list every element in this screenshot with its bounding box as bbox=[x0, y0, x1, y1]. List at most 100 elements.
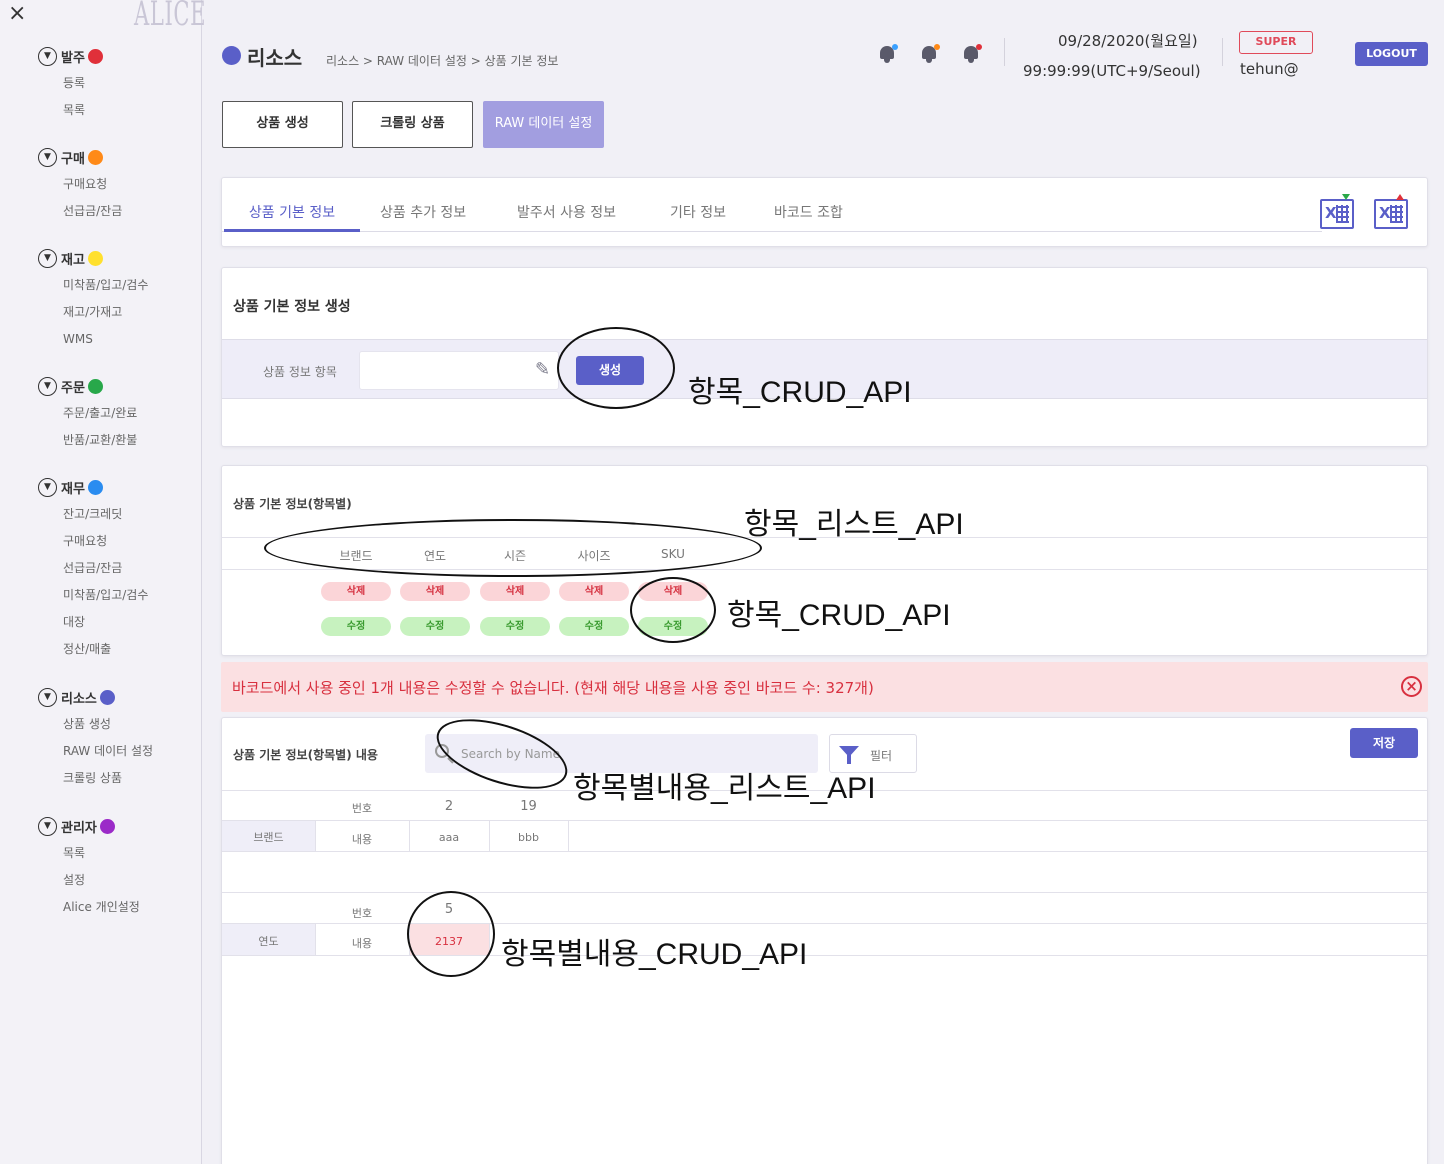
sidebar-item[interactable]: 목록 bbox=[63, 100, 103, 127]
excel-upload-icon[interactable]: X bbox=[1374, 194, 1408, 229]
raw-data-settings-button[interactable]: RAW 데이터 설정 bbox=[483, 101, 604, 148]
delete-button[interactable]: 삭제 bbox=[480, 582, 550, 601]
product-info-item-input[interactable] bbox=[359, 351, 559, 390]
sidebar-item[interactable]: 대장 bbox=[63, 612, 148, 639]
divider bbox=[489, 924, 490, 955]
sidebar-group-resource: ▼ 리소스 상품 생성 RAW 데이터 설정 크롤링 상품 bbox=[38, 686, 153, 795]
sidebar-item[interactable]: 구매요청 bbox=[63, 531, 148, 558]
column-header: 연도 bbox=[423, 549, 447, 563]
close-icon[interactable]: × bbox=[8, 2, 26, 26]
number-label: 번호 bbox=[351, 802, 373, 815]
save-button[interactable]: 저장 bbox=[1350, 728, 1418, 758]
entry-value[interactable]: aaa bbox=[409, 831, 489, 844]
annotation-label: 항목_CRUD_API bbox=[727, 599, 951, 632]
close-circle-icon[interactable]: × bbox=[1401, 676, 1422, 697]
sidebar-item[interactable]: 상품 생성 bbox=[63, 714, 153, 741]
tab-barcode-combination[interactable]: 바코드 조합 bbox=[774, 198, 843, 232]
bell-icon[interactable] bbox=[962, 44, 982, 64]
tab-basic-info[interactable]: 상품 기본 정보 bbox=[224, 198, 360, 232]
filter-icon bbox=[839, 746, 859, 764]
edit-button[interactable]: 수정 bbox=[480, 617, 550, 636]
entry-number: 2 bbox=[444, 799, 454, 814]
sidebar-group-header[interactable]: ▼ 주문 bbox=[38, 375, 137, 397]
chevron-down-icon[interactable]: ▼ bbox=[38, 248, 57, 268]
chevron-down-icon[interactable]: ▼ bbox=[38, 46, 57, 66]
sidebar-group-title: 재고 bbox=[61, 252, 85, 268]
sidebar-item[interactable]: 등록 bbox=[63, 73, 103, 100]
sidebar-group-title: 발주 bbox=[61, 50, 85, 66]
tab-additional-info[interactable]: 상품 추가 정보 bbox=[380, 198, 466, 232]
edit-button[interactable]: 수정 bbox=[321, 617, 391, 636]
sidebar-group-orders: ▼ 주문 주문/출고/완료 반품/교환/환불 bbox=[38, 375, 137, 457]
delete-button[interactable]: 삭제 bbox=[559, 582, 629, 601]
annotation-label: 항목별내용_리스트_API bbox=[573, 772, 876, 805]
sidebar-group-header[interactable]: ▼ 구매 bbox=[38, 146, 122, 168]
sidebar-group-order: ▼ 발주 등록 목록 bbox=[38, 45, 103, 127]
bell-icon[interactable] bbox=[878, 44, 898, 64]
logout-button[interactable]: LOGOUT bbox=[1355, 42, 1428, 66]
column-header: 시즌 bbox=[503, 549, 527, 563]
delete-button[interactable]: 삭제 bbox=[638, 582, 708, 601]
sidebar-group-inventory: ▼ 재고 미착품/입고/검수 재고/가재고 WMS bbox=[38, 247, 148, 356]
divider bbox=[568, 821, 569, 851]
sidebar-item[interactable]: 구매요청 bbox=[63, 174, 122, 201]
divider bbox=[222, 851, 1427, 852]
header-time: 99:99:99(UTC+9/Seoul) bbox=[1023, 62, 1201, 80]
entry-value[interactable]: 2137 bbox=[409, 935, 489, 948]
sidebar-group-header[interactable]: ▼ 리소스 bbox=[38, 686, 153, 708]
sidebar-item[interactable]: 반품/교환/환불 bbox=[63, 430, 137, 457]
status-dot-icon bbox=[99, 689, 115, 705]
status-dot-icon bbox=[87, 378, 103, 394]
chevron-down-icon[interactable]: ▼ bbox=[38, 376, 57, 396]
delete-button[interactable]: 삭제 bbox=[321, 582, 391, 601]
chevron-down-icon[interactable]: ▼ bbox=[38, 477, 57, 497]
error-alert: 바코드에서 사용 중인 1개 내용은 수정할 수 없습니다. (현재 해당 내용… bbox=[221, 662, 1428, 712]
sidebar-item[interactable]: WMS bbox=[63, 329, 148, 356]
entry-value[interactable]: bbb bbox=[489, 831, 568, 844]
status-dot-icon bbox=[99, 818, 115, 834]
sidebar-item[interactable]: 목록 bbox=[63, 843, 140, 870]
sidebar-group-admin: ▼ 관리자 목록 설정 Alice 개인설정 bbox=[38, 815, 140, 924]
section-title: 상품 기본 정보 생성 bbox=[233, 299, 351, 315]
sidebar-item[interactable]: 선급금/잔금 bbox=[63, 201, 122, 228]
bell-icon[interactable] bbox=[920, 44, 940, 64]
sidebar-item[interactable]: 크롤링 상품 bbox=[63, 768, 153, 795]
content-label: 내용 bbox=[351, 937, 373, 950]
number-label: 번호 bbox=[351, 907, 373, 920]
sidebar-group-header[interactable]: ▼ 재고 bbox=[38, 247, 148, 269]
chevron-down-icon[interactable]: ▼ bbox=[38, 147, 57, 167]
sidebar-item[interactable]: 잔고/크레딧 bbox=[63, 504, 148, 531]
content-label: 내용 bbox=[351, 833, 373, 846]
crawling-product-button[interactable]: 크롤링 상품 bbox=[352, 101, 473, 148]
sidebar-group-header[interactable]: ▼ 발주 bbox=[38, 45, 103, 67]
sidebar-item[interactable]: 정산/매출 bbox=[63, 639, 148, 666]
sidebar-item[interactable]: 선급금/잔금 bbox=[63, 558, 148, 585]
excel-download-icon[interactable]: X bbox=[1320, 194, 1354, 229]
sidebar-group-finance: ▼ 재무 잔고/크레딧 구매요청 선급금/잔금 미착품/입고/검수 대장 정산/… bbox=[38, 476, 148, 666]
edit-button[interactable]: 수정 bbox=[638, 617, 708, 636]
create-button[interactable]: 생성 bbox=[576, 356, 644, 385]
sidebar-group-title: 주문 bbox=[61, 380, 85, 396]
chevron-down-icon[interactable]: ▼ bbox=[38, 816, 57, 836]
sidebar-item[interactable]: 설정 bbox=[63, 870, 140, 897]
sidebar-item[interactable]: 미착품/입고/검수 bbox=[63, 585, 148, 612]
sidebar-group-header[interactable]: ▼ 관리자 bbox=[38, 815, 140, 837]
sidebar-item[interactable]: Alice 개인설정 bbox=[63, 897, 140, 924]
edit-button[interactable]: 수정 bbox=[559, 617, 629, 636]
delete-button[interactable]: 삭제 bbox=[400, 582, 470, 601]
sidebar-item[interactable]: RAW 데이터 설정 bbox=[63, 741, 153, 768]
sidebar-item[interactable]: 주문/출고/완료 bbox=[63, 403, 137, 430]
tab-order-sheet-info[interactable]: 발주서 사용 정보 bbox=[517, 198, 616, 232]
divider bbox=[222, 569, 1427, 570]
sidebar-group-header[interactable]: ▼ 재무 bbox=[38, 476, 148, 498]
divider bbox=[222, 820, 1427, 821]
section-title: 상품 기본 정보(항목별) bbox=[233, 497, 352, 511]
sidebar-item[interactable]: 미착품/입고/검수 bbox=[63, 275, 148, 302]
status-dot-icon bbox=[87, 48, 103, 64]
sidebar-group-title: 구매 bbox=[61, 151, 85, 167]
sidebar-item[interactable]: 재고/가재고 bbox=[63, 302, 148, 329]
product-create-button[interactable]: 상품 생성 bbox=[222, 101, 343, 148]
chevron-down-icon[interactable]: ▼ bbox=[38, 687, 57, 707]
edit-button[interactable]: 수정 bbox=[400, 617, 470, 636]
tab-other-info[interactable]: 기타 정보 bbox=[670, 198, 726, 232]
